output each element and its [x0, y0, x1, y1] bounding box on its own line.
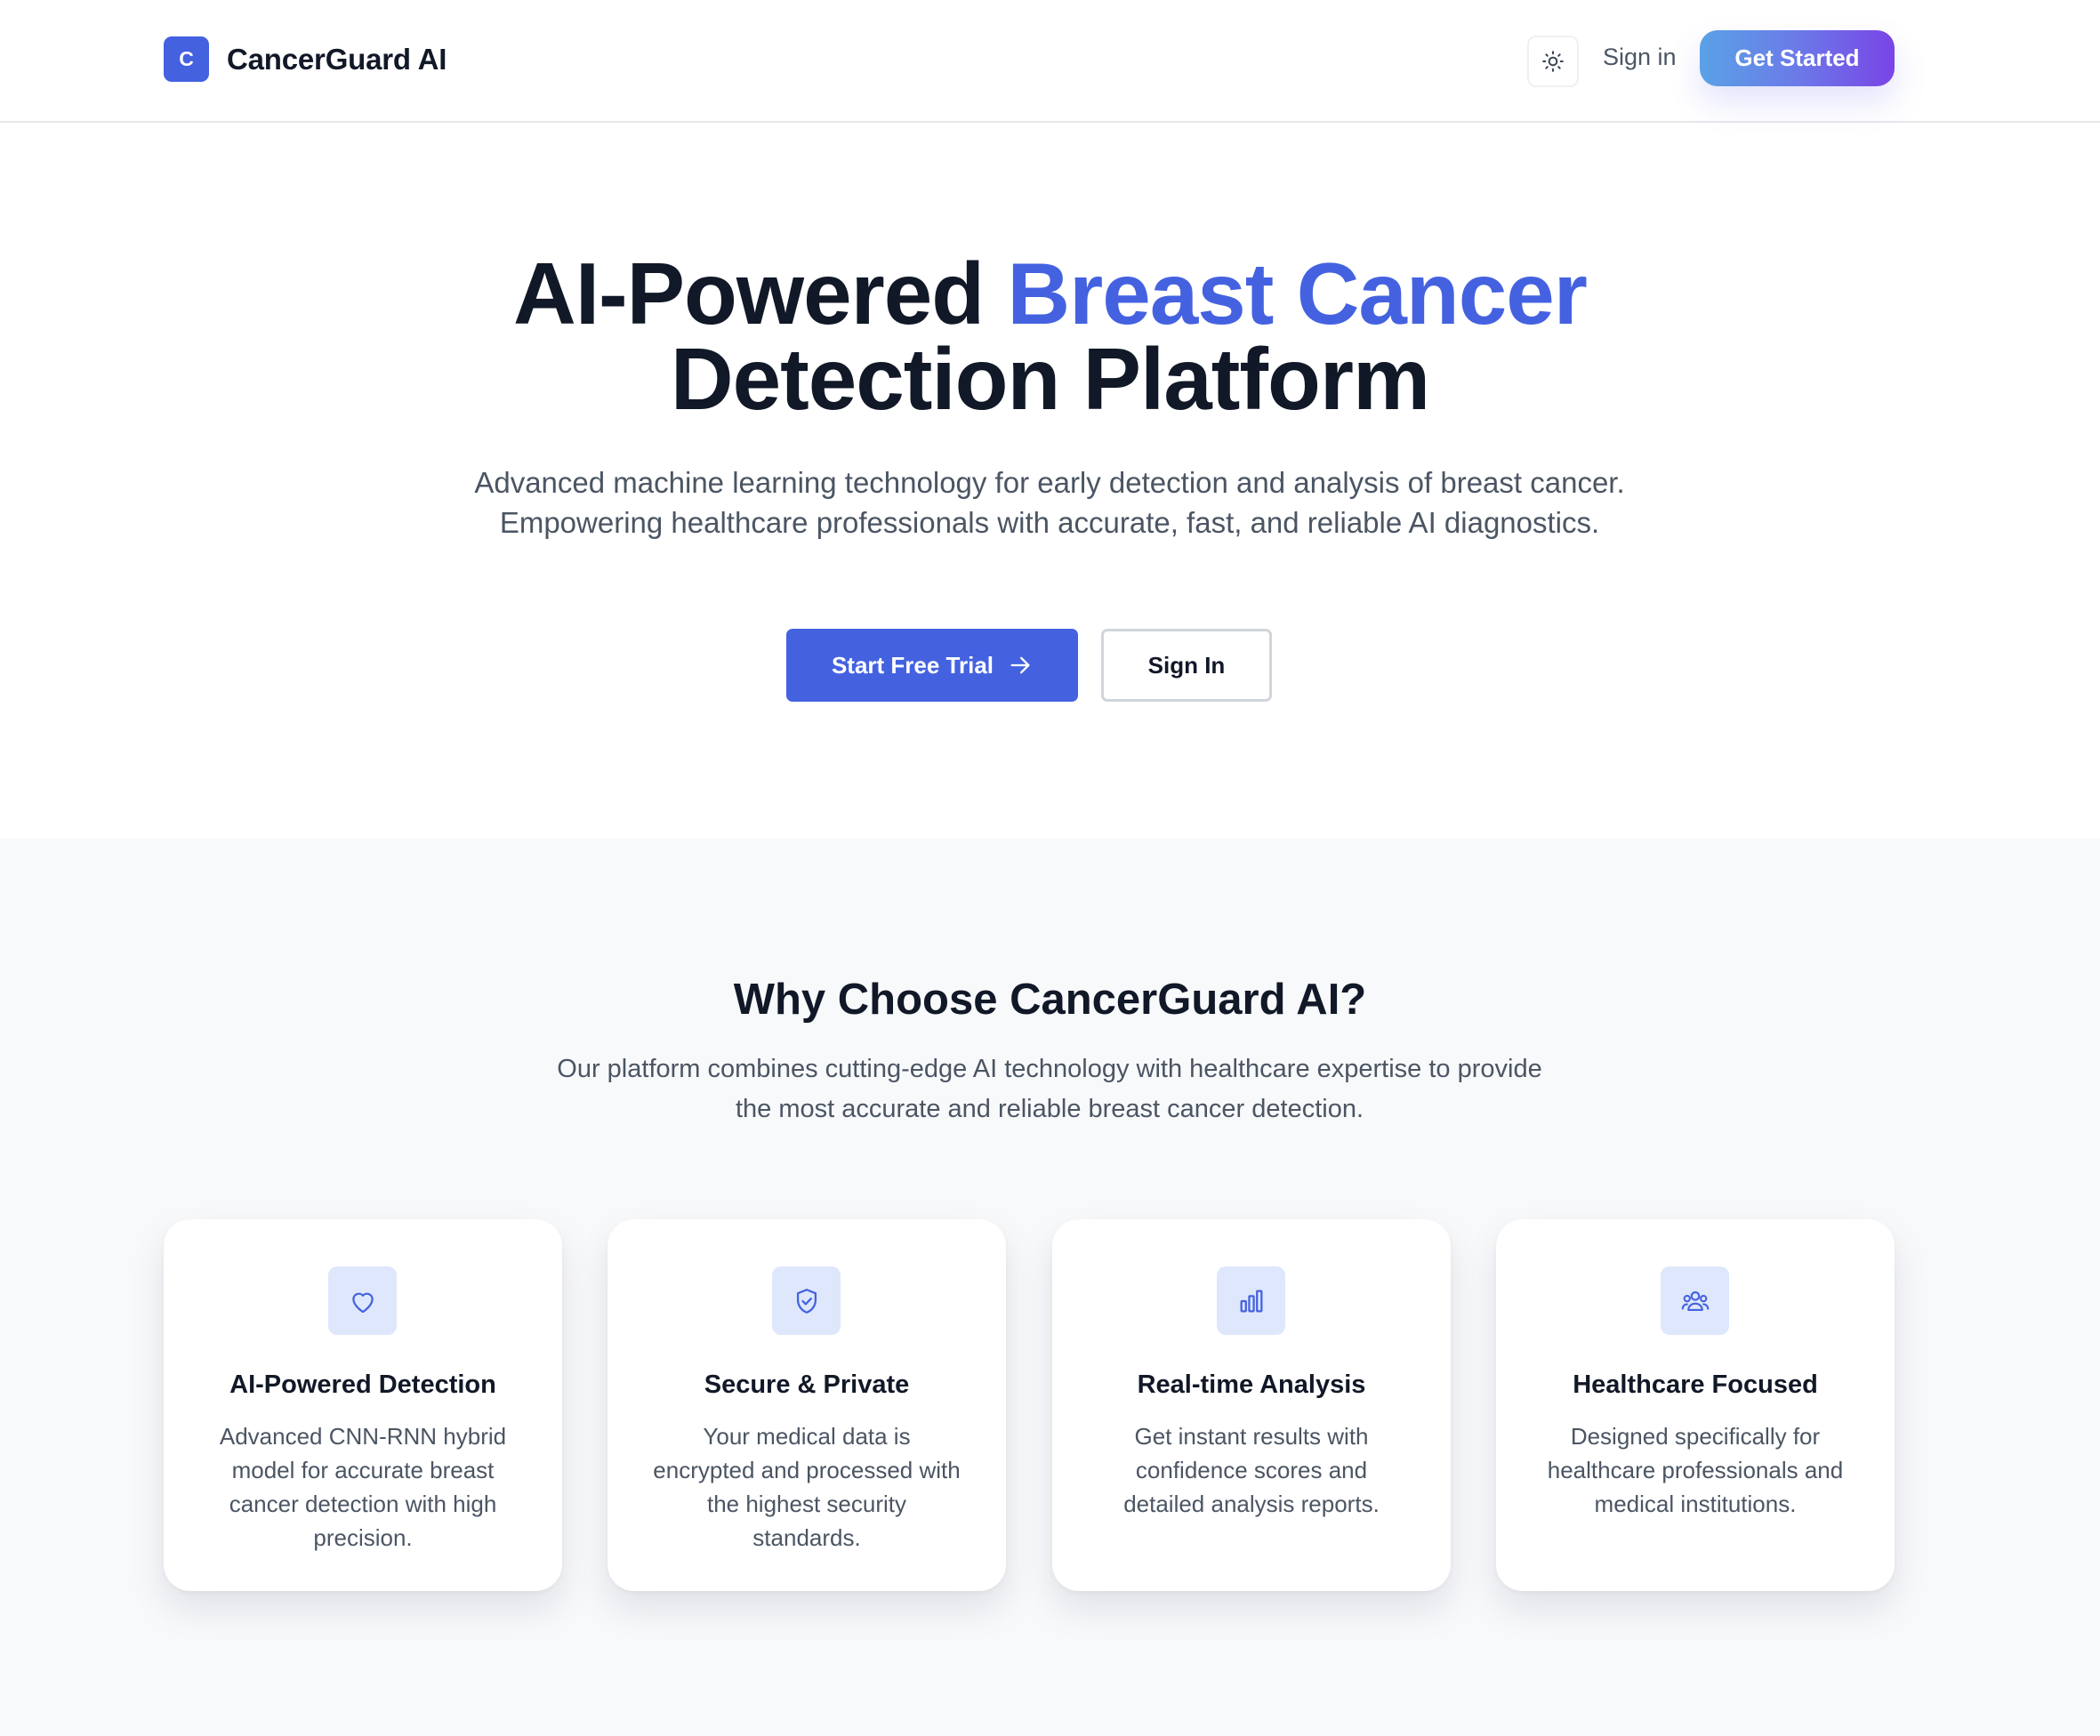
brand-name: CancerGuard AI	[227, 42, 447, 76]
hero-sign-in-button[interactable]: Sign In	[1101, 629, 1272, 702]
feature-title: Real-time Analysis	[1137, 1370, 1366, 1399]
landing-page: C CancerGuard AI Sign in Get Started AI-…	[0, 0, 2100, 1736]
feature-card-ai-detection: AI-Powered Detection Advanced CNN-RNN hy…	[164, 1219, 562, 1591]
feature-card-healthcare: Healthcare Focused Designed specifically…	[1496, 1219, 1895, 1591]
feature-icon-box	[328, 1266, 397, 1335]
feature-title: Healthcare Focused	[1573, 1370, 1818, 1399]
brand[interactable]: C CancerGuard AI	[164, 36, 447, 82]
sun-icon	[1542, 51, 1564, 72]
feature-card-secure: Secure & Private Your medical data is en…	[607, 1219, 1006, 1591]
feature-description: Designed specifically for healthcare pro…	[1547, 1423, 1844, 1517]
hero-title-accent: Breast Cancer	[1007, 245, 1588, 342]
get-started-button[interactable]: Get Started	[1700, 30, 1895, 86]
arrow-right-icon	[1010, 656, 1030, 674]
feature-icon-box	[1217, 1266, 1285, 1335]
hero-title-part1: AI-Powered	[513, 245, 1008, 342]
feature-title: AI-Powered Detection	[229, 1370, 496, 1399]
bar-chart-icon	[1240, 1290, 1262, 1312]
feature-title: Secure & Private	[704, 1370, 910, 1399]
hero-subtitle: Advanced machine learning technology for…	[474, 466, 1625, 539]
theme-toggle-button[interactable]	[1527, 36, 1579, 87]
top-nav: C CancerGuard AI Sign in Get Started	[0, 0, 2100, 123]
shield-check-icon	[796, 1288, 817, 1314]
features-title: Why Choose CancerGuard AI?	[733, 976, 1367, 1024]
start-free-trial-button[interactable]: Start Free Trial	[786, 629, 1078, 702]
users-icon	[1681, 1290, 1709, 1311]
brand-logo: C	[164, 36, 209, 82]
sign-in-link[interactable]: Sign in	[1603, 44, 1677, 71]
hero-title: AI-Powered Breast Cancer Detection Platf…	[0, 250, 2100, 422]
hero-title-line2: Detection Platform	[670, 330, 1430, 428]
feature-icon-box	[1661, 1266, 1729, 1335]
heart-icon	[351, 1292, 374, 1313]
feature-description: Get instant results with confidence scor…	[1123, 1423, 1380, 1517]
feature-description: Your medical data is encrypted and proce…	[653, 1423, 961, 1551]
start-free-trial-label: Start Free Trial	[831, 651, 994, 679]
features-section: Why Choose CancerGuard AI? Our platform …	[0, 839, 2100, 1736]
feature-description: Advanced CNN-RNN hybrid model for accura…	[219, 1423, 507, 1551]
feature-card-realtime: Real-time Analysis Get instant results w…	[1052, 1219, 1451, 1591]
feature-icon-box	[772, 1266, 841, 1335]
features-subtitle: Our platform combines cutting-edge AI te…	[557, 1055, 1542, 1123]
